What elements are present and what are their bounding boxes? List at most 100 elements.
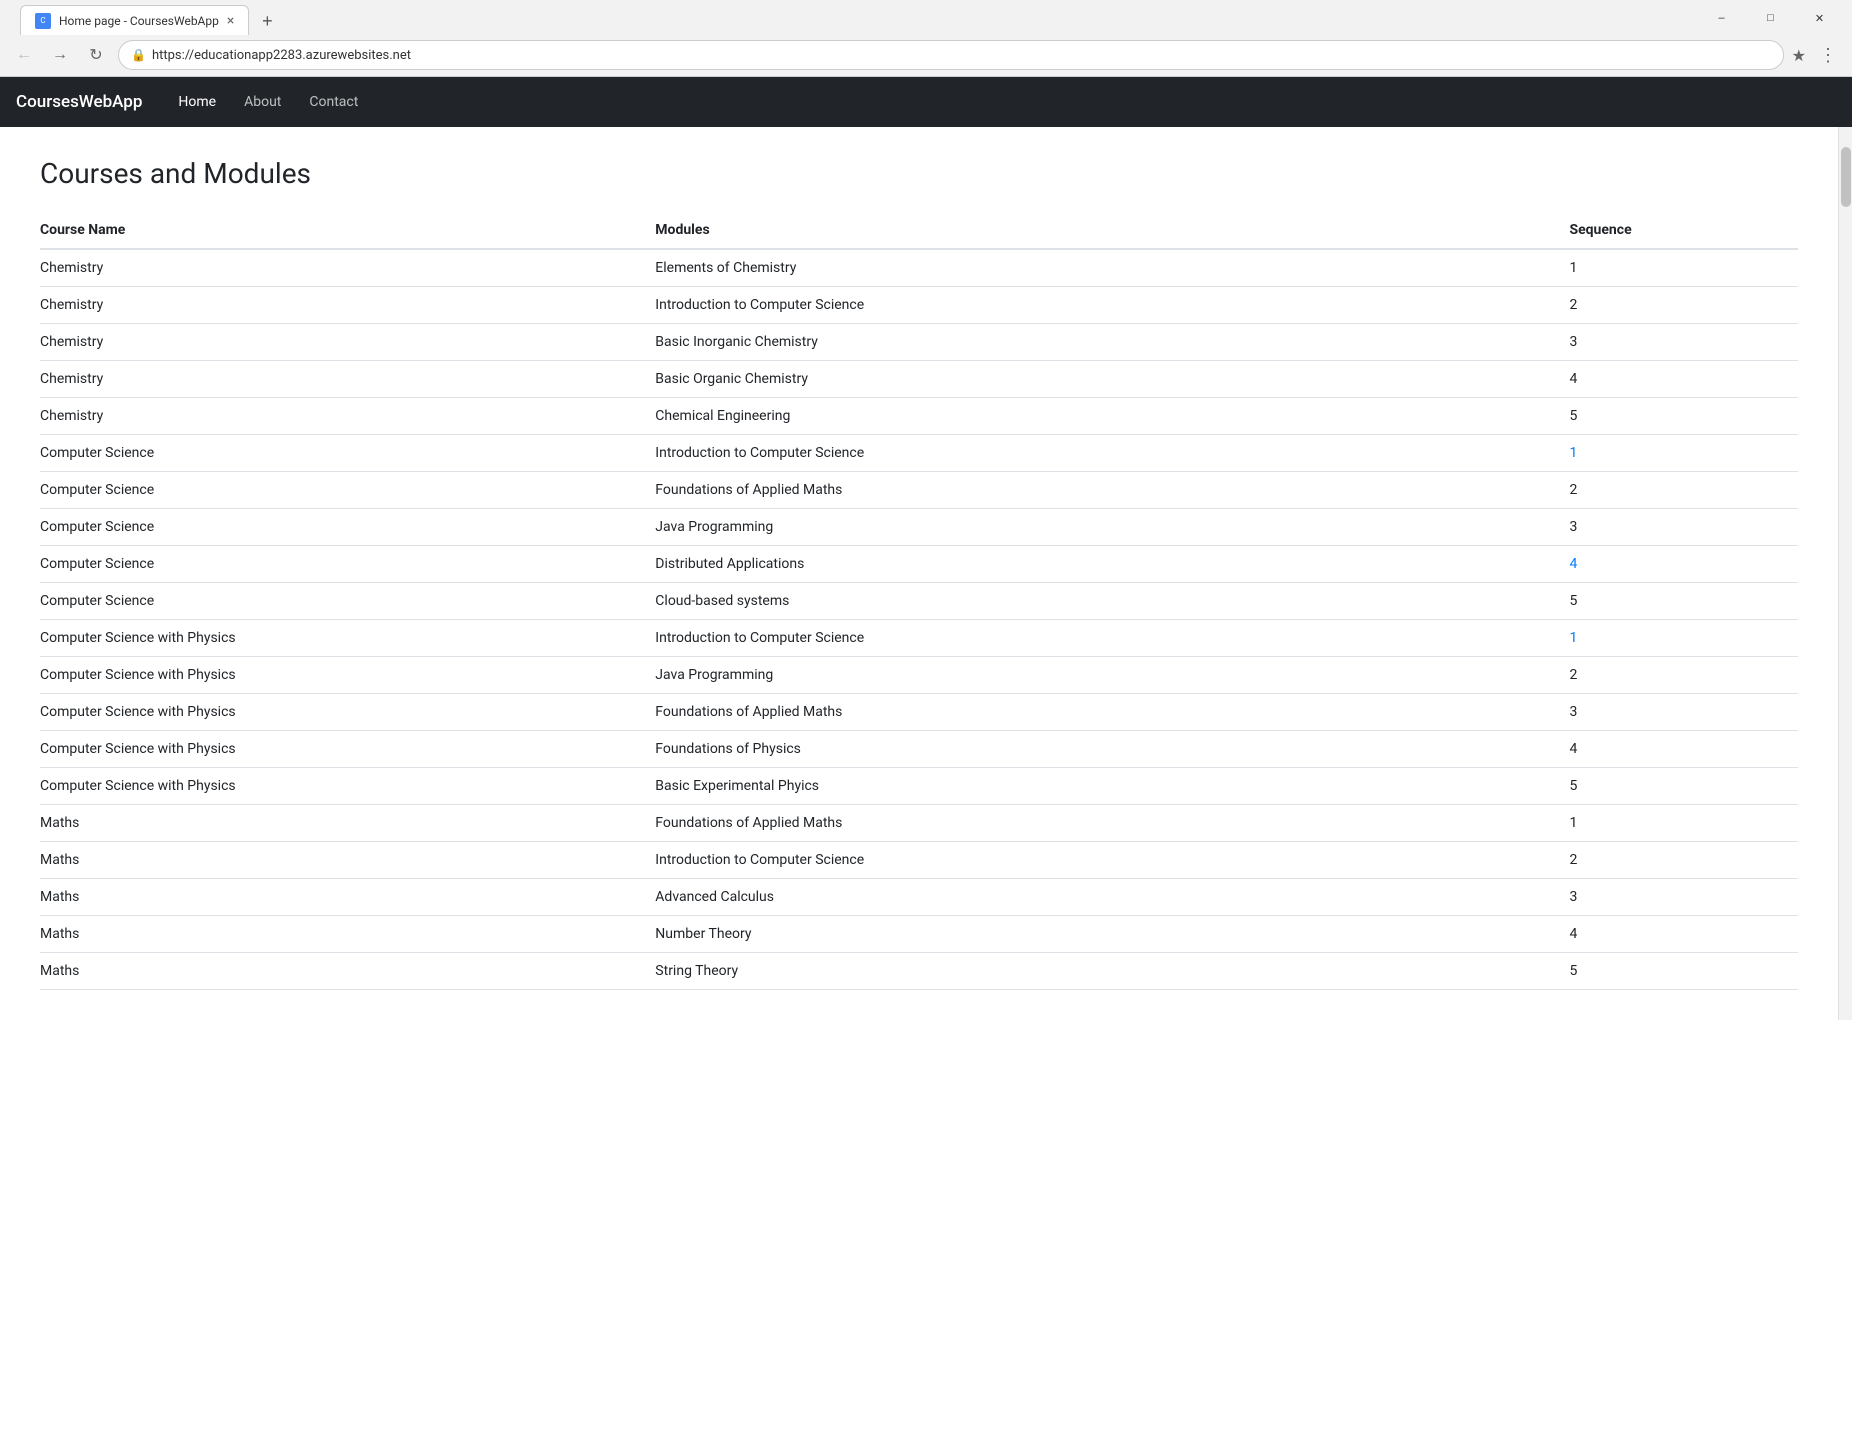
- table-row: Computer ScienceJava Programming3: [40, 509, 1798, 546]
- col-header-course: Course Name: [40, 214, 655, 249]
- cell-module: Cloud-based systems: [655, 583, 1569, 620]
- cell-module: Distributed Applications: [655, 546, 1569, 583]
- page-content: Courses and Modules Course Name Modules …: [0, 127, 1838, 1020]
- cell-seq: 4: [1569, 361, 1798, 398]
- page-title: Courses and Modules: [40, 157, 1798, 190]
- cell-course: Chemistry: [40, 324, 655, 361]
- cell-course: Computer Science with Physics: [40, 694, 655, 731]
- cell-course: Computer Science: [40, 546, 655, 583]
- cell-seq: 3: [1569, 324, 1798, 361]
- cell-course: Computer Science: [40, 472, 655, 509]
- table-row: MathsFoundations of Applied Maths1: [40, 805, 1798, 842]
- title-bar-left: C Home page - CoursesWebApp × +: [10, 1, 291, 35]
- new-tab-button[interactable]: +: [253, 7, 281, 35]
- table-row: ChemistryBasic Inorganic Chemistry3: [40, 324, 1798, 361]
- cell-seq: 1: [1569, 805, 1798, 842]
- cell-seq: 4: [1569, 546, 1798, 583]
- table-row: ChemistryIntroduction to Computer Scienc…: [40, 287, 1798, 324]
- reload-button[interactable]: ↻: [82, 41, 110, 69]
- cell-module: Chemical Engineering: [655, 398, 1569, 435]
- cell-seq: 5: [1569, 398, 1798, 435]
- cell-course: Computer Science with Physics: [40, 657, 655, 694]
- scrollbar-track[interactable]: [1838, 127, 1852, 1020]
- cell-course: Maths: [40, 953, 655, 990]
- cell-module: Introduction to Computer Science: [655, 620, 1569, 657]
- cell-module: Introduction to Computer Science: [655, 435, 1569, 472]
- table-row: ChemistryChemical Engineering5: [40, 398, 1798, 435]
- table-row: Computer ScienceFoundations of Applied M…: [40, 472, 1798, 509]
- cell-seq: 2: [1569, 472, 1798, 509]
- cell-module: Basic Experimental Phyics: [655, 768, 1569, 805]
- cell-module: Java Programming: [655, 509, 1569, 546]
- nav-link-about[interactable]: About: [232, 86, 293, 118]
- cell-module: Foundations of Applied Maths: [655, 694, 1569, 731]
- col-header-seq: Sequence: [1569, 214, 1798, 249]
- cell-seq: 1: [1569, 435, 1798, 472]
- cell-course: Maths: [40, 805, 655, 842]
- cell-course: Maths: [40, 916, 655, 953]
- cell-course: Maths: [40, 879, 655, 916]
- cell-module: Foundations of Applied Maths: [655, 805, 1569, 842]
- close-tab-icon[interactable]: ×: [227, 14, 234, 28]
- table-row: Computer Science with PhysicsIntroductio…: [40, 620, 1798, 657]
- back-button[interactable]: ←: [10, 41, 38, 69]
- cell-seq: 5: [1569, 953, 1798, 990]
- cell-seq: 4: [1569, 731, 1798, 768]
- browser-chrome: C Home page - CoursesWebApp × + – □ ✕ ← …: [0, 0, 1852, 77]
- scrollbar-thumb[interactable]: [1841, 147, 1851, 207]
- cell-module: Basic Organic Chemistry: [655, 361, 1569, 398]
- cell-module: Elements of Chemistry: [655, 249, 1569, 287]
- table-row: Computer Science with PhysicsJava Progra…: [40, 657, 1798, 694]
- url-text: https://educationapp2283.azurewebsites.n…: [152, 48, 1771, 63]
- browser-menu-button[interactable]: ⋮: [1814, 41, 1842, 69]
- cell-seq: 3: [1569, 879, 1798, 916]
- cell-course: Chemistry: [40, 361, 655, 398]
- table-row: Computer ScienceIntroduction to Computer…: [40, 435, 1798, 472]
- maximize-button[interactable]: □: [1748, 6, 1793, 30]
- tab-title: Home page - CoursesWebApp: [59, 14, 219, 28]
- cell-seq: 3: [1569, 509, 1798, 546]
- tab-favicon: C: [35, 13, 51, 29]
- cell-module: Introduction to Computer Science: [655, 287, 1569, 324]
- lock-icon: 🔒: [131, 48, 146, 62]
- table-row: Computer Science with PhysicsBasic Exper…: [40, 768, 1798, 805]
- cell-seq: 1: [1569, 620, 1798, 657]
- cell-course: Chemistry: [40, 287, 655, 324]
- cell-course: Computer Science with Physics: [40, 768, 655, 805]
- cell-module: String Theory: [655, 953, 1569, 990]
- address-bar[interactable]: 🔒 https://educationapp2283.azurewebsites…: [118, 40, 1784, 70]
- cell-module: Java Programming: [655, 657, 1569, 694]
- table-row: Computer ScienceCloud-based systems5: [40, 583, 1798, 620]
- bookmark-icon[interactable]: ★: [1792, 46, 1806, 65]
- window-controls: – □ ✕: [1699, 6, 1842, 30]
- forward-button[interactable]: →: [46, 41, 74, 69]
- cell-course: Computer Science with Physics: [40, 731, 655, 768]
- cell-module: Number Theory: [655, 916, 1569, 953]
- cell-course: Computer Science: [40, 583, 655, 620]
- nav-link-contact[interactable]: Contact: [297, 86, 370, 118]
- cell-course: Computer Science with Physics: [40, 620, 655, 657]
- cell-module: Foundations of Physics: [655, 731, 1569, 768]
- close-button[interactable]: ✕: [1797, 6, 1842, 30]
- browser-tab[interactable]: C Home page - CoursesWebApp ×: [20, 5, 249, 35]
- table-row: MathsIntroduction to Computer Science2: [40, 842, 1798, 879]
- table-row: ChemistryBasic Organic Chemistry4: [40, 361, 1798, 398]
- navbar-nav: Home About Contact: [166, 86, 370, 118]
- table-row: Computer Science with PhysicsFoundations…: [40, 694, 1798, 731]
- cell-course: Computer Science: [40, 509, 655, 546]
- main-layout: Courses and Modules Course Name Modules …: [0, 127, 1852, 1020]
- table-row: MathsString Theory5: [40, 953, 1798, 990]
- table-body: ChemistryElements of Chemistry1Chemistry…: [40, 249, 1798, 990]
- cell-seq: 2: [1569, 657, 1798, 694]
- tab-bar: C Home page - CoursesWebApp × +: [10, 1, 291, 35]
- navbar-brand[interactable]: CoursesWebApp: [16, 92, 142, 112]
- table-header: Course Name Modules Sequence: [40, 214, 1798, 249]
- cell-seq: 1: [1569, 249, 1798, 287]
- nav-link-home[interactable]: Home: [166, 86, 228, 118]
- courses-table: Course Name Modules Sequence ChemistryEl…: [40, 214, 1798, 990]
- table-row: MathsAdvanced Calculus3: [40, 879, 1798, 916]
- cell-seq: 2: [1569, 287, 1798, 324]
- title-bar: C Home page - CoursesWebApp × + – □ ✕: [0, 0, 1852, 36]
- minimize-button[interactable]: –: [1699, 6, 1744, 30]
- navbar: CoursesWebApp Home About Contact: [0, 77, 1852, 127]
